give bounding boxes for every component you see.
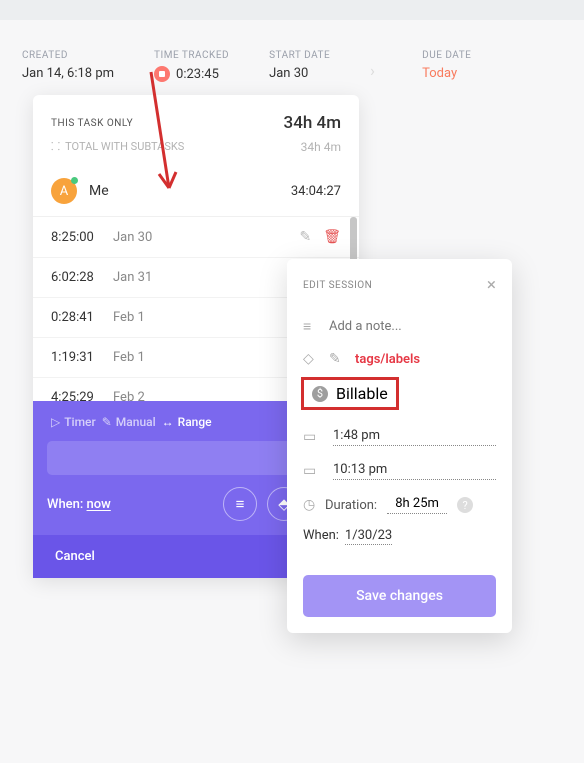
tags-annotation: tags/labels [355, 352, 420, 367]
total-time: 34h 4m [284, 113, 341, 133]
created-value: Jan 14, 6:18 pm [22, 66, 114, 81]
when-row[interactable]: When: 1/30/23 [303, 528, 496, 545]
tags-row[interactable]: ◇ ✎ tags/labels [303, 343, 496, 375]
end-time-input[interactable]: 10:13 pm [333, 462, 496, 480]
avatar[interactable]: A [51, 178, 77, 204]
close-icon[interactable]: × [487, 277, 496, 294]
created-label: CREATED [22, 50, 114, 61]
range-icon: ↔ [162, 415, 174, 429]
calendar-icon: ▭ [303, 429, 319, 445]
clock-icon: ◷ [303, 497, 319, 513]
time-entry-row[interactable]: 8:25:00 Jan 30 ✎ 🗑 [33, 217, 359, 258]
pencil-icon: ✎ [329, 351, 345, 367]
tag-icon: ◇ [303, 351, 319, 367]
start-date-value[interactable]: Jan 30 [269, 66, 330, 81]
due-date-value[interactable]: Today [422, 66, 471, 81]
tab-manual[interactable]: ✎ Manual [102, 415, 156, 429]
calendar-icon: ▭ [303, 463, 319, 479]
time-tracked-value[interactable]: 0:23:45 [176, 67, 219, 82]
note-icon[interactable]: ≡ [223, 487, 257, 521]
edit-icon[interactable]: ✎ [299, 229, 311, 245]
add-note-row[interactable]: ≡ Add a note... [303, 310, 496, 343]
due-date-label: DUE DATE [422, 50, 471, 61]
when-date-input[interactable]: 1/30/23 [345, 528, 392, 545]
task-meta-row: CREATED Jan 14, 6:18 pm TIME TRACKED 0:2… [0, 20, 584, 102]
help-icon[interactable]: ? [457, 497, 473, 513]
start-date-label: START DATE [269, 50, 330, 61]
time-tracked-label: TIME TRACKED [154, 50, 229, 61]
edit-icon: ✎ [102, 415, 112, 429]
subtasks-time: 34h 4m [301, 140, 341, 154]
trash-icon[interactable]: 🗑 [323, 229, 341, 245]
start-time-input[interactable]: 1:48 pm [333, 428, 496, 446]
this-task-label: THIS TASK ONLY [51, 118, 133, 129]
edit-session-title: EDIT SESSION [303, 280, 372, 291]
edit-session-popup: EDIT SESSION × ≡ Add a note... ◇ ✎ tags/… [287, 259, 512, 633]
start-time-row[interactable]: ▭ 1:48 pm [303, 420, 496, 454]
total-subtasks-label[interactable]: ⸬ TOTAL WITH SUBTASKS [51, 139, 184, 154]
me-name: Me [89, 183, 109, 199]
duration-input[interactable]: 8h 25m [387, 496, 447, 514]
note-icon: ≡ [303, 318, 319, 335]
tracker-time-input[interactable] [47, 441, 305, 475]
cancel-button[interactable]: Cancel [33, 535, 187, 578]
me-total-time: 34:04:27 [291, 184, 341, 199]
billable-toggle[interactable]: $ Billable [301, 377, 399, 410]
save-changes-button[interactable]: Save changes [303, 575, 496, 617]
record-icon[interactable] [154, 66, 170, 82]
subtasks-icon: ⸬ [51, 139, 60, 154]
duration-row[interactable]: ◷ Duration: 8h 25m ? [303, 488, 496, 522]
dollar-icon: $ [312, 386, 328, 402]
tab-range[interactable]: ↔ Range [162, 415, 212, 429]
chevron-icon: › [370, 61, 382, 80]
end-time-row[interactable]: ▭ 10:13 pm [303, 454, 496, 488]
when-label[interactable]: When: now [47, 497, 213, 512]
tab-timer[interactable]: ▷ Timer [51, 415, 96, 429]
play-icon: ▷ [51, 415, 60, 429]
